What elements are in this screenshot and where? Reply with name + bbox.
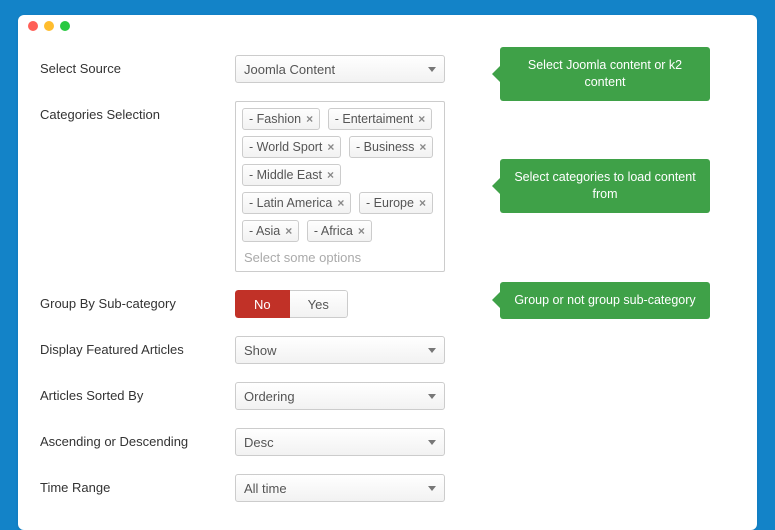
label-categories: Categories Selection (40, 101, 235, 122)
group-no-button[interactable]: No (235, 290, 290, 318)
featured-select-value: Show (244, 343, 277, 358)
tag-item: - Business× (349, 136, 433, 158)
close-icon[interactable] (28, 21, 38, 31)
categories-placeholder: Select some options (242, 248, 438, 269)
tag-item: - Latin America× (242, 192, 351, 214)
remove-icon[interactable]: × (418, 112, 425, 126)
remove-icon[interactable]: × (285, 224, 292, 238)
chevron-down-icon (428, 440, 436, 445)
window-titlebar (18, 15, 757, 37)
minimize-icon[interactable] (44, 21, 54, 31)
app-window: Select Source Joomla Content Select Joom… (18, 15, 757, 530)
row-featured: Display Featured Articles Show (40, 336, 742, 364)
tip-categories: Select categories to load content from (500, 159, 710, 213)
chevron-down-icon (428, 394, 436, 399)
featured-select[interactable]: Show (235, 336, 445, 364)
tag-item: - Middle East× (242, 164, 341, 186)
tag-item: - Fashion× (242, 108, 320, 130)
remove-icon[interactable]: × (358, 224, 365, 238)
row-categories: Categories Selection - Fashion× - Entert… (40, 101, 742, 272)
tag-item: - World Sport× (242, 136, 341, 158)
row-time: Time Range All time (40, 474, 742, 502)
label-direction: Ascending or Descending (40, 428, 235, 449)
form: Select Source Joomla Content Select Joom… (18, 37, 757, 502)
tag-item: - Entertaiment× (328, 108, 433, 130)
remove-icon[interactable]: × (419, 140, 426, 154)
tag-item: - Africa× (307, 220, 372, 242)
remove-icon[interactable]: × (327, 140, 334, 154)
row-select-source: Select Source Joomla Content Select Joom… (40, 55, 742, 83)
label-time: Time Range (40, 474, 235, 495)
maximize-icon[interactable] (60, 21, 70, 31)
chevron-down-icon (428, 67, 436, 72)
tag-item: - Asia× (242, 220, 299, 242)
label-featured: Display Featured Articles (40, 336, 235, 357)
direction-select[interactable]: Desc (235, 428, 445, 456)
remove-icon[interactable]: × (306, 112, 313, 126)
sorted-select-value: Ordering (244, 389, 295, 404)
direction-select-value: Desc (244, 435, 274, 450)
time-select-value: All time (244, 481, 287, 496)
remove-icon[interactable]: × (327, 168, 334, 182)
remove-icon[interactable]: × (419, 196, 426, 210)
group-toggle: No Yes (235, 290, 348, 318)
tag-item: - Europe× (359, 192, 433, 214)
tip-source: Select Joomla content or k2 content (500, 47, 710, 101)
categories-multiselect[interactable]: - Fashion× - Entertaiment× - World Sport… (235, 101, 445, 272)
remove-icon[interactable]: × (337, 196, 344, 210)
row-sorted: Articles Sorted By Ordering (40, 382, 742, 410)
time-select[interactable]: All time (235, 474, 445, 502)
chevron-down-icon (428, 486, 436, 491)
chevron-down-icon (428, 348, 436, 353)
source-select-value: Joomla Content (244, 62, 335, 77)
tip-group: Group or not group sub-category (500, 282, 710, 319)
sorted-select[interactable]: Ordering (235, 382, 445, 410)
label-select-source: Select Source (40, 55, 235, 76)
label-sorted: Articles Sorted By (40, 382, 235, 403)
label-group: Group By Sub-category (40, 290, 235, 311)
row-group: Group By Sub-category No Yes Group or no… (40, 290, 742, 318)
group-yes-button[interactable]: Yes (290, 290, 348, 318)
row-direction: Ascending or Descending Desc (40, 428, 742, 456)
source-select[interactable]: Joomla Content (235, 55, 445, 83)
